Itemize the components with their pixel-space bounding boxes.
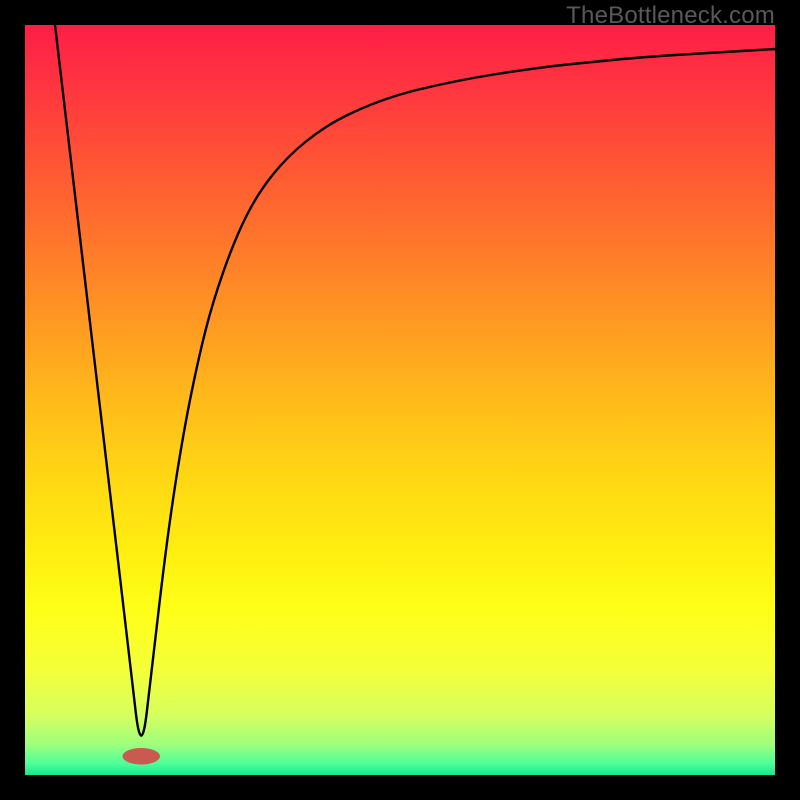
optimal-point-marker xyxy=(123,748,161,765)
bottleneck-chart xyxy=(25,25,775,775)
plot-area xyxy=(25,25,775,775)
chart-frame: TheBottleneck.com xyxy=(0,0,800,800)
gradient-background xyxy=(25,25,775,775)
